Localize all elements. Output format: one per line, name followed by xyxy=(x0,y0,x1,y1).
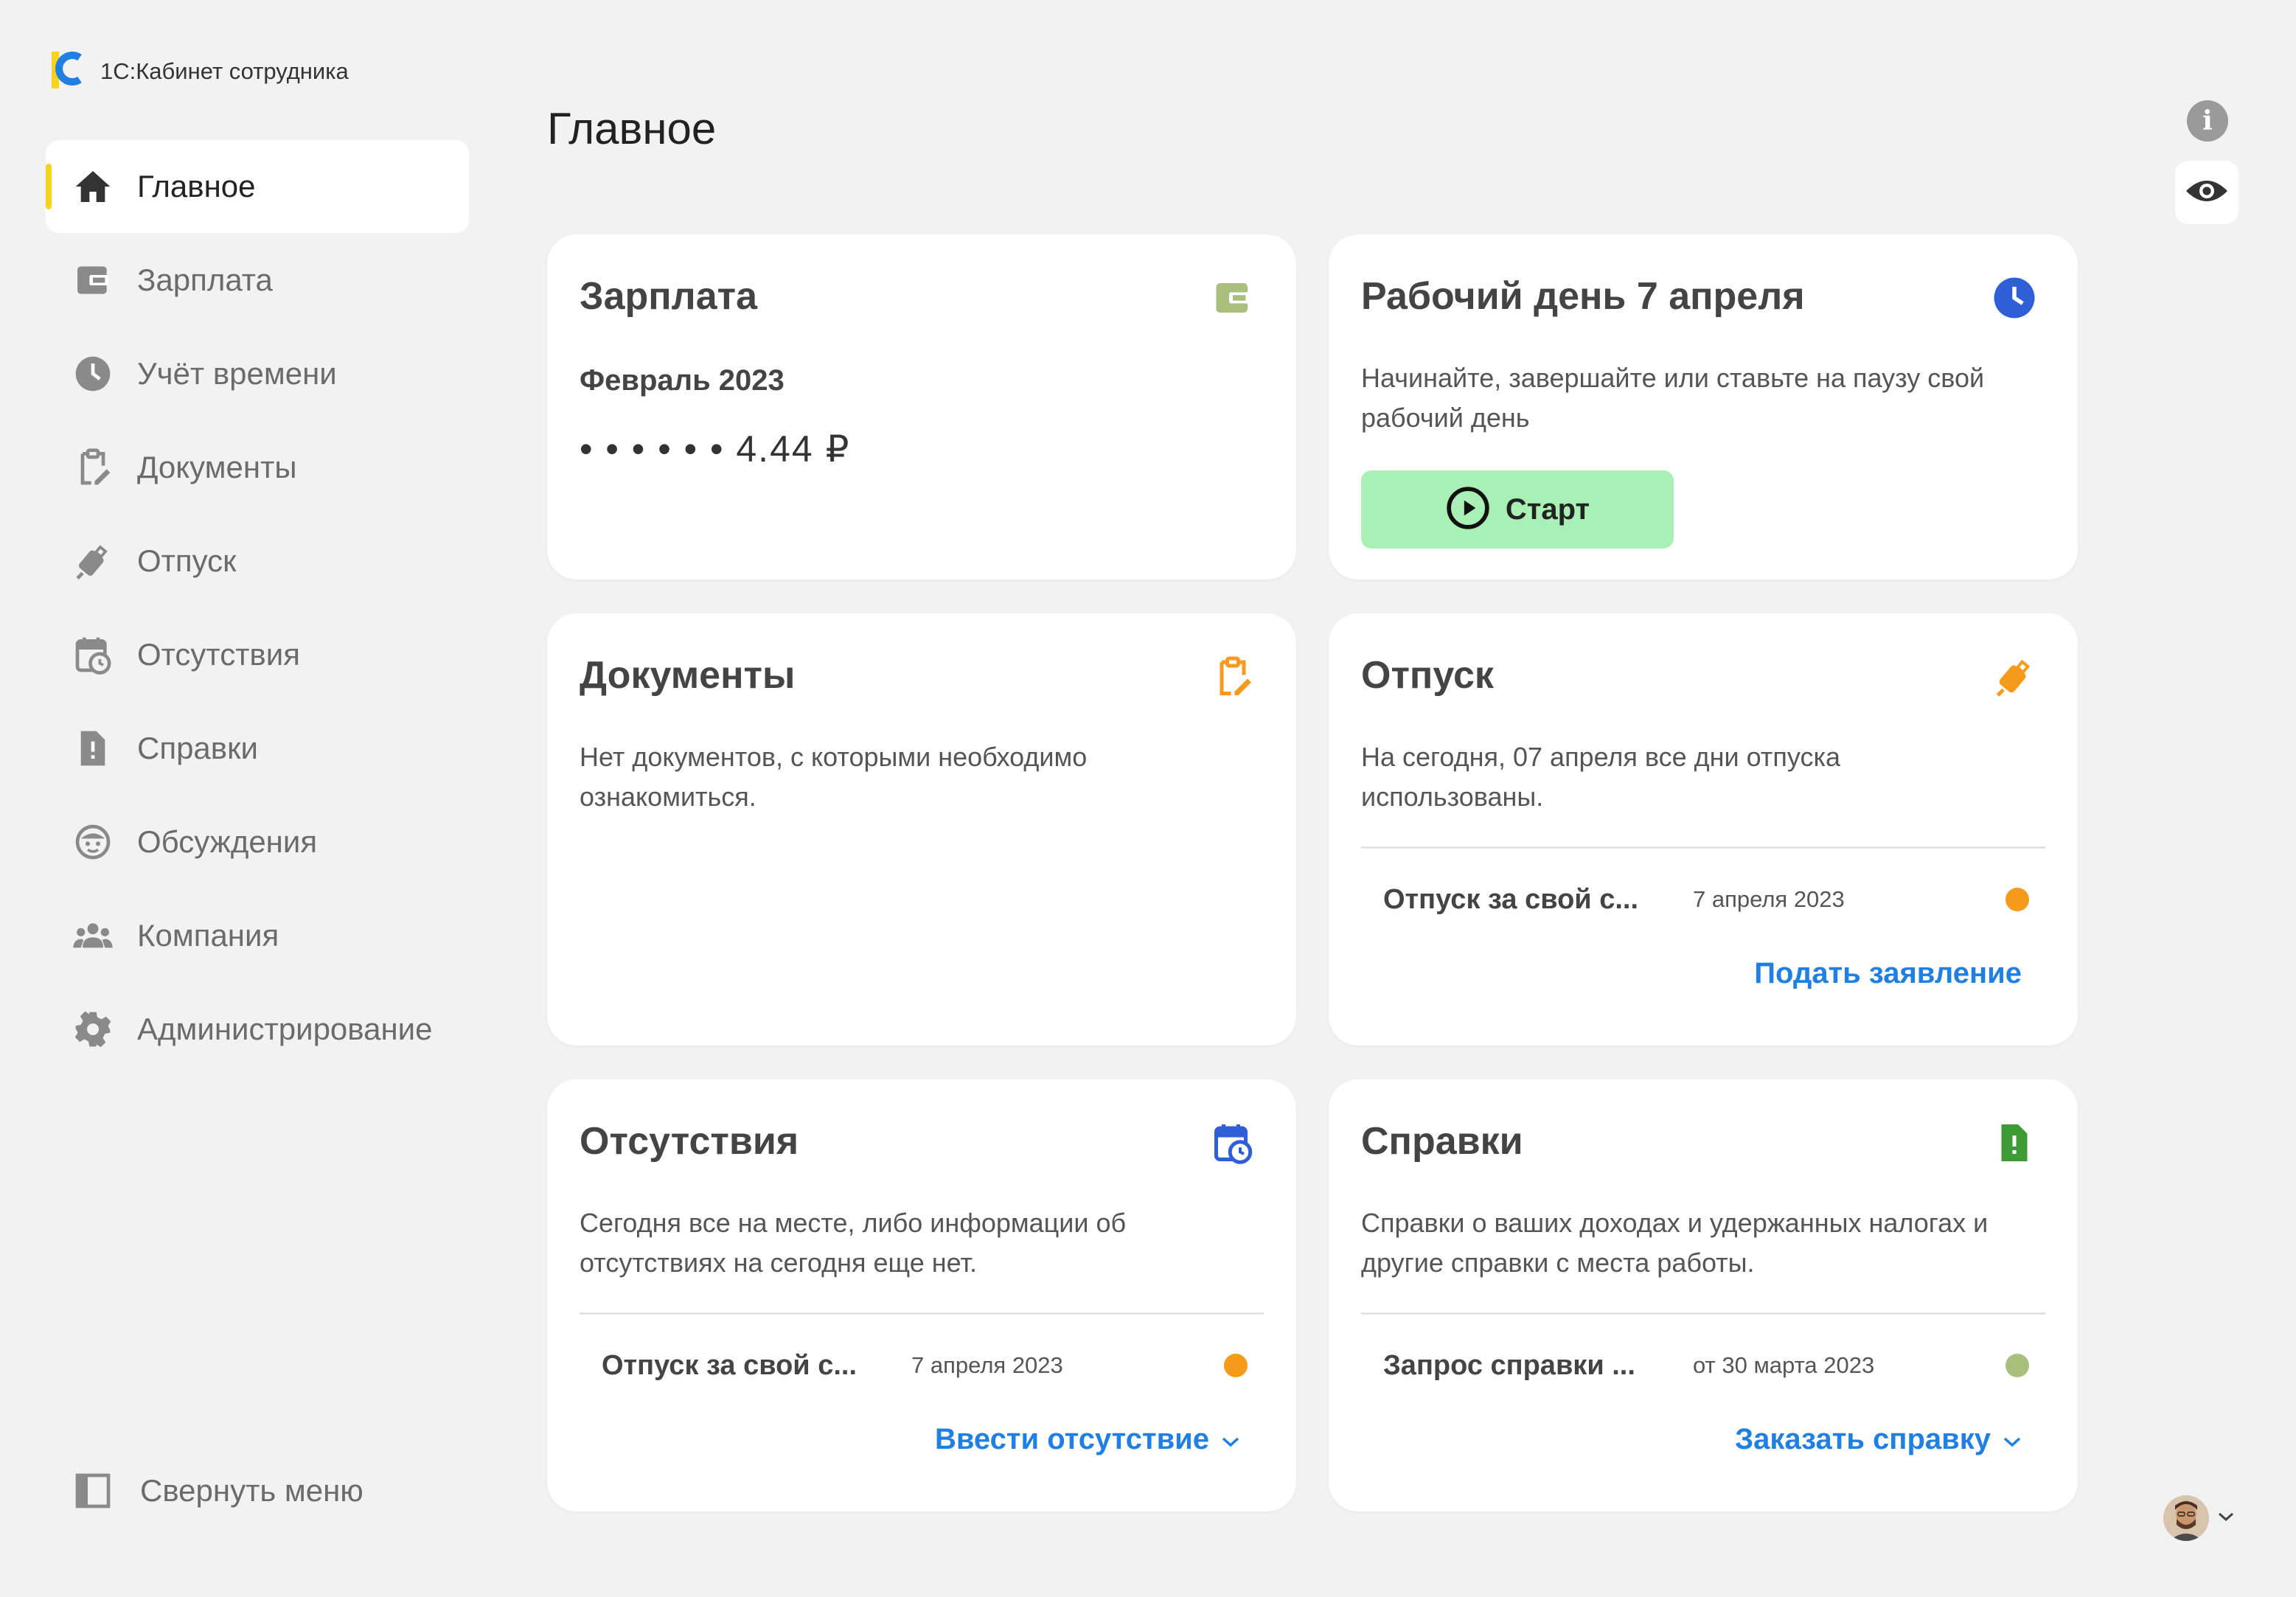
list-item-date: от 30 марта 2023 xyxy=(1693,1352,1875,1378)
info-icon[interactable]: i xyxy=(2187,100,2228,142)
salary-amount[interactable]: • • • • • • 4.44 ₽ xyxy=(580,428,850,470)
salary-card[interactable]: Зарплата Февраль 2023 • • • • • • 4.44 ₽ xyxy=(547,234,1296,580)
sidebar-item-company[interactable]: Компания xyxy=(46,889,469,982)
sidebar-item-label: Зарплата xyxy=(137,262,273,297)
calendar-clock-icon xyxy=(1211,1121,1255,1165)
start-workday-button[interactable]: Старт xyxy=(1361,470,1674,549)
enter-absence-link[interactable]: Ввести отсутствие xyxy=(935,1423,1240,1456)
order-certificate-link[interactable]: Заказать справку xyxy=(1735,1423,2022,1456)
sidebar-item-home[interactable]: Главное xyxy=(46,140,469,233)
link-label: Заказать справку xyxy=(1735,1423,1991,1455)
sidebar-item-certificates[interactable]: Справки xyxy=(46,702,469,795)
app-window: 1С:Кабинет сотрудника Главное Зарплата У… xyxy=(0,0,2296,1597)
sidebar-item-label: Справки xyxy=(137,731,258,765)
card-description: На сегодня, 07 апреля все дни отпуска ис… xyxy=(1361,742,1841,812)
status-dot xyxy=(1224,1354,1248,1377)
link-label: Подать заявление xyxy=(1754,957,2022,989)
wallet-icon xyxy=(71,258,115,302)
clock-icon xyxy=(1992,276,2036,320)
chevron-down-icon xyxy=(1221,1423,1240,1456)
sidebar-item-admin[interactable]: Администрирование xyxy=(46,983,469,1076)
card-title: Зарплата xyxy=(580,275,758,318)
calendar-clock-icon xyxy=(71,633,115,677)
card-title: Документы xyxy=(580,654,796,697)
app-logo[interactable]: 1С:Кабинет сотрудника xyxy=(50,47,349,90)
sidebar-item-label: Администрирование xyxy=(137,1012,433,1046)
chevron-down-icon xyxy=(2218,1511,2234,1525)
clipboard-edit-icon xyxy=(1211,655,1255,699)
list-item[interactable]: Отпуск за свой с... 7 апреля 2023 xyxy=(602,1343,1248,1388)
card-title: Справки xyxy=(1361,1120,1523,1163)
people-icon xyxy=(71,914,115,958)
salary-period: Февраль 2023 xyxy=(580,364,785,397)
wallet-icon xyxy=(1211,276,1255,320)
chat-face-icon xyxy=(71,820,115,864)
sidebar-item-label: Компания xyxy=(137,918,279,953)
certificates-card: Справки Справки о ваших доходах и удержа… xyxy=(1329,1079,2078,1511)
collapse-menu-button[interactable]: Свернуть меню xyxy=(71,1469,363,1513)
clipboard-edit-icon xyxy=(71,445,115,490)
sidebar-item-discussions[interactable]: Обсуждения xyxy=(46,796,469,888)
card-description: Справки о ваших доходах и удержанных нал… xyxy=(1361,1208,1989,1278)
clock-icon xyxy=(71,352,115,396)
play-circle-icon xyxy=(1445,485,1491,535)
avatar xyxy=(2163,1495,2209,1541)
home-icon xyxy=(71,164,115,209)
card-description: Нет документов, с которыми необходимо оз… xyxy=(580,742,1088,812)
workday-card: Рабочий день 7 апреля Начинайте, заверша… xyxy=(1329,234,2078,580)
sidebar-item-absences[interactable]: Отсутствия xyxy=(46,608,469,701)
sidebar-item-label: Обсуждения xyxy=(137,824,318,859)
sidebar-item-label: Учёт времени xyxy=(137,356,337,391)
file-alert-icon xyxy=(1992,1121,2036,1165)
submit-application-link[interactable]: Подать заявление xyxy=(1754,957,2022,990)
collapse-menu-label: Свернуть меню xyxy=(140,1473,363,1508)
gear-icon xyxy=(71,1007,115,1051)
list-item-date: 7 апреля 2023 xyxy=(1693,886,1845,912)
visibility-toggle-button[interactable] xyxy=(2175,161,2238,224)
absences-card: Отсутствия Сегодня все на месте, либо ин… xyxy=(547,1079,1296,1511)
list-item[interactable]: Отпуск за свой с... 7 апреля 2023 xyxy=(1383,877,2029,922)
sidebar-item-salary[interactable]: Зарплата xyxy=(46,234,469,327)
list-item-title: Отпуск за свой с... xyxy=(602,1349,857,1381)
divider xyxy=(1361,846,2045,849)
sidebar-collapse-icon xyxy=(71,1469,115,1513)
card-title: Отсутствия xyxy=(580,1120,799,1163)
card-description: Начинайте, завершайте или ставьте на пау… xyxy=(1361,363,1985,433)
sidebar-item-vacation[interactable]: Отпуск xyxy=(46,515,469,608)
documents-card[interactable]: Документы Нет документов, с которыми нео… xyxy=(547,613,1296,1045)
sidebar-nav: Главное Зарплата Учёт времени Документы … xyxy=(46,140,469,1076)
sidebar-item-time[interactable]: Учёт времени xyxy=(46,327,469,420)
start-button-label: Старт xyxy=(1505,493,1590,526)
vacation-card: Отпуск На сегодня, 07 апреля все дни отп… xyxy=(1329,613,2078,1045)
list-item-title: Отпуск за свой с... xyxy=(1383,883,1639,915)
card-description: Сегодня все на месте, либо информации об… xyxy=(580,1208,1127,1278)
divider xyxy=(580,1312,1264,1315)
sidebar-item-label: Документы xyxy=(137,450,297,484)
list-item-title: Запрос справки ... xyxy=(1383,1349,1635,1381)
app-title: 1С:Кабинет сотрудника xyxy=(100,58,349,84)
suitcase-icon xyxy=(71,539,115,583)
chevron-down-icon xyxy=(2003,1423,2022,1456)
sidebar-item-label: Отпуск xyxy=(137,543,237,578)
divider xyxy=(1361,1312,2045,1315)
sidebar-item-label: Главное xyxy=(137,169,256,203)
card-title: Рабочий день 7 апреля xyxy=(1361,275,1805,318)
page-title: Главное xyxy=(547,104,717,153)
file-alert-icon xyxy=(71,726,115,770)
list-item[interactable]: Запрос справки ... от 30 марта 2023 xyxy=(1383,1343,2029,1388)
link-label: Ввести отсутствие xyxy=(934,1423,1209,1455)
sidebar-item-documents[interactable]: Документы xyxy=(46,421,469,514)
user-menu-button[interactable] xyxy=(2163,1495,2234,1541)
status-dot xyxy=(2005,1354,2029,1377)
list-item-date: 7 апреля 2023 xyxy=(911,1352,1063,1378)
top-right-toolbar: i xyxy=(2175,100,2240,224)
suitcase-icon xyxy=(1992,655,2036,699)
eye-icon xyxy=(2185,176,2229,209)
card-title: Отпуск xyxy=(1361,654,1494,697)
logo-mark-icon xyxy=(50,47,86,90)
sidebar-item-label: Отсутствия xyxy=(137,637,300,672)
status-dot xyxy=(2005,888,2029,911)
